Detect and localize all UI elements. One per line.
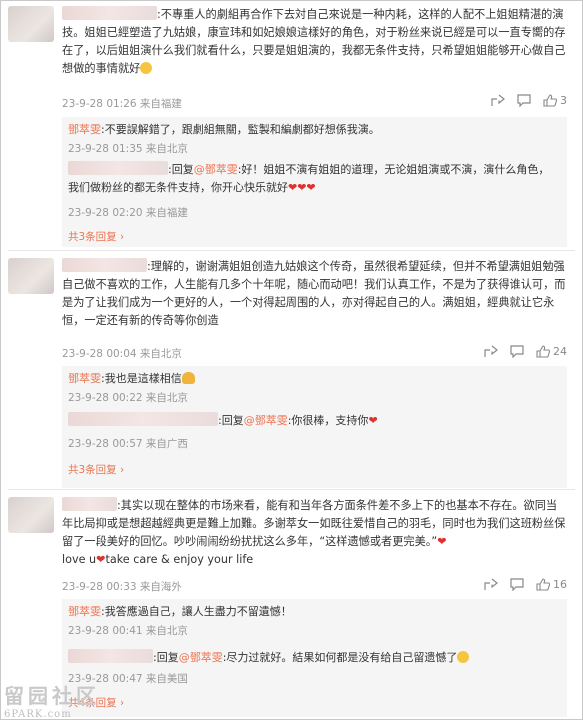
comment-icon: [510, 345, 524, 358]
more-replies-link[interactable]: 共3条回复 ›: [68, 462, 124, 477]
reply-author[interactable]: 鄧萃雯: [68, 372, 101, 385]
reply-text: 鄧萃雯:我答應過自己，讓人生盡力不留遺憾！: [68, 605, 292, 618]
avatar[interactable]: [8, 497, 54, 533]
comment-thread: :不專重人的劇組再合作下去対自己來说是一种内耗，这样的人配不上姐姐精湛的演技。姐…: [0, 0, 583, 250]
reply-meta: 23-9-28 00:41 来自北京: [68, 625, 188, 637]
like-icon: [536, 578, 550, 591]
username-blurred[interactable]: [62, 6, 157, 20]
reply-text: :回复@鄧萃雯:好！姐姐不演有姐姐的道理，无论姐姐演或不演，演什么角色，我们做粉…: [68, 161, 550, 194]
comment-button[interactable]: [510, 345, 524, 358]
comment-meta: 23-9-28 01:26 来自福建: [62, 98, 182, 110]
share-icon: [491, 94, 505, 106]
heart-emoji-icon: ❤❤❤: [288, 181, 316, 194]
reply-meta: 23-9-28 01:35 来自北京: [68, 143, 188, 155]
mention-link[interactable]: @鄧萃雯: [179, 651, 223, 664]
reply-box: 鄧萃雯:我也是這樣相信 23-9-28 00:22 来自北京 :回复@鄧萃雯:你…: [62, 366, 567, 488]
like-icon: [536, 345, 550, 358]
reply-meta: 23-9-28 02:20 来自福建: [68, 207, 188, 219]
comment-button[interactable]: [510, 578, 524, 591]
reply-box: 鄧萃雯:我答應過自己，讓人生盡力不留遺憾！ 23-9-28 00:41 来自北京…: [62, 599, 567, 717]
avatar[interactable]: [8, 6, 54, 42]
comment-icon: [517, 94, 531, 107]
comment-meta: 23-9-28 00:33 来自海外: [62, 581, 182, 593]
username-blurred[interactable]: [68, 412, 218, 426]
share-icon: [484, 578, 498, 590]
muscle-emoji-icon: [181, 372, 195, 384]
like-button[interactable]: 16: [536, 578, 567, 591]
comment-meta: 23-9-28 00:04 来自北京: [62, 348, 182, 360]
smile-emoji-icon: [457, 651, 470, 663]
avatar[interactable]: [8, 258, 54, 294]
watermark-domain: 6PARK.com: [4, 709, 72, 720]
site-watermark: 留园社区 6PARK.com: [4, 680, 100, 720]
comment-text: :其实以现在整体的市场来看，能有和当年各方面条件差不多上下的也基本不存在。欲同当…: [62, 497, 566, 566]
like-icon: [543, 94, 557, 107]
like-button[interactable]: 3: [543, 94, 567, 107]
heart-emoji-icon: ❤: [368, 414, 378, 427]
like-button[interactable]: 24: [536, 345, 567, 358]
smile-emoji-icon: [140, 62, 153, 74]
heart-emoji-icon: ❤: [437, 535, 447, 548]
divider: [8, 489, 575, 490]
username-blurred[interactable]: [62, 497, 117, 511]
username-blurred[interactable]: [62, 258, 147, 272]
like-count: 24: [553, 345, 567, 358]
watermark-title: 留园社区: [4, 684, 100, 708]
divider: [8, 250, 575, 251]
comment-text: :理解的，谢谢满姐姐创造九姑娘这个传奇，虽然很希望延续，但并不希望满姐姐勉强自己…: [62, 258, 566, 327]
share-button[interactable]: [491, 94, 505, 107]
mention-link[interactable]: @鄧萃雯: [194, 163, 238, 176]
username-blurred[interactable]: [68, 161, 168, 175]
comment-actions: 24: [484, 345, 567, 358]
share-button[interactable]: [484, 578, 498, 591]
comment-icon: [510, 578, 524, 591]
mention-link[interactable]: @鄧萃雯: [244, 414, 288, 427]
like-count: 16: [553, 578, 567, 591]
reply-author[interactable]: 鄧萃雯: [68, 605, 101, 618]
more-replies-link[interactable]: 共3条回复 ›: [68, 229, 124, 244]
reply-author[interactable]: 鄧萃雯: [68, 123, 101, 136]
reply-text: 鄧萃雯:我也是這樣相信: [68, 370, 560, 388]
share-icon: [484, 345, 498, 357]
reply-text: 鄧萃雯:不要誤解錯了，跟劇組無關，監製和編劇都好想係我演。: [68, 123, 380, 136]
reply-meta: 23-9-28 00:22 来自北京: [68, 392, 188, 404]
reply-box: 鄧萃雯:不要誤解錯了，跟劇組無關，監製和編劇都好想係我演。 23-9-28 01…: [62, 117, 567, 247]
comment-button[interactable]: [517, 94, 531, 107]
reply-text: :回复@鄧萃雯:你很棒，支持你❤: [68, 412, 560, 430]
comment-actions: 3: [491, 94, 567, 107]
reply-text: :回复@鄧萃雯:尽力过就好。結果如何都是没有给自己留遗憾了: [68, 649, 560, 667]
reply-meta: 23-9-28 00:57 来自广西: [68, 438, 188, 450]
comment-actions: 16: [484, 578, 567, 591]
username-blurred[interactable]: [68, 649, 153, 663]
comment-thread: :理解的，谢谢满姐姐创造九姑娘这个传奇，虽然很希望延续，但并不希望满姐姐勉强自己…: [0, 252, 583, 490]
comment-text: :不專重人的劇組再合作下去対自己來说是一种内耗，这样的人配不上姐姐精湛的演技。姐…: [62, 6, 566, 75]
like-count: 3: [560, 94, 567, 107]
share-button[interactable]: [484, 345, 498, 358]
